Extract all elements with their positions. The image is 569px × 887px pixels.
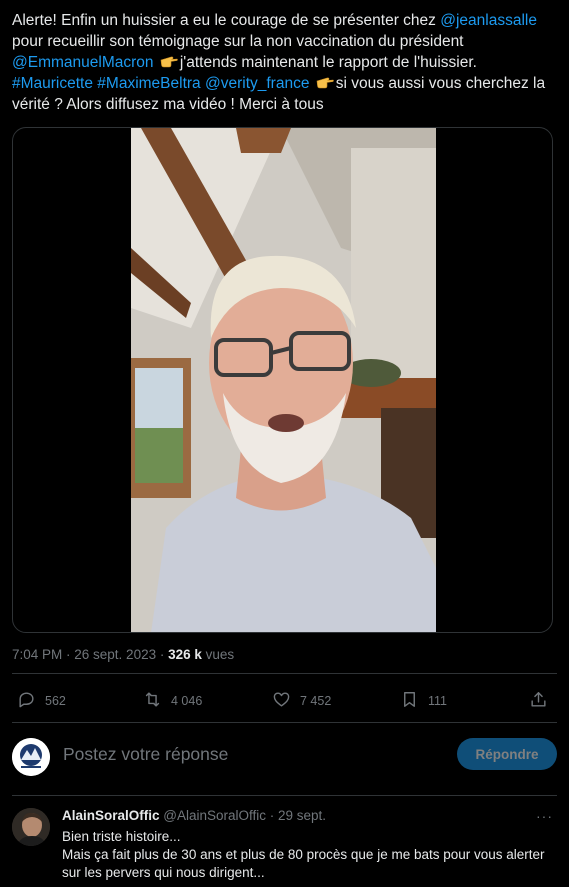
bookmark-button[interactable]: 111 bbox=[400, 690, 447, 712]
bookmark-icon bbox=[400, 690, 419, 712]
like-count: 7 452 bbox=[300, 694, 332, 708]
views-count: 326 k bbox=[168, 647, 202, 662]
bookmark-count: 111 bbox=[428, 694, 448, 708]
reply-icon bbox=[17, 690, 36, 712]
avatar[interactable] bbox=[12, 738, 50, 776]
reply-line: Bien triste histoire... bbox=[62, 829, 181, 844]
pointing-hand-emoji-icon bbox=[160, 53, 178, 68]
hashtag-link[interactable]: #MaximeBeltra bbox=[97, 75, 200, 92]
mention-link[interactable]: @EmmanuelMacron bbox=[12, 54, 154, 71]
tweet-actions-bar: 562 4 046 7 452 111 bbox=[12, 690, 557, 714]
reply-author-handle[interactable]: @AlainSoralOffic · 29 sept. bbox=[160, 808, 326, 823]
video-player[interactable] bbox=[12, 127, 553, 633]
tweet-text-part: pour recueillir son témoignage sur la no… bbox=[12, 33, 464, 50]
reply-count: 562 bbox=[45, 694, 66, 708]
retweet-button[interactable]: 4 046 bbox=[143, 690, 202, 712]
tweet-text-part: Alerte! Enfin un huissier a eu le courag… bbox=[12, 12, 441, 29]
divider bbox=[12, 722, 557, 723]
reply-input[interactable]: Postez votre réponse bbox=[63, 744, 228, 765]
reply-composer: Postez votre réponse Répondre bbox=[12, 736, 557, 776]
reply-submit-button[interactable]: Répondre bbox=[457, 738, 557, 770]
heart-icon bbox=[272, 690, 291, 712]
mention-link[interactable]: @jeanlassalle bbox=[440, 12, 537, 29]
tweet-text: Alerte! Enfin un huissier a eu le courag… bbox=[12, 10, 557, 115]
tweet-text-part: j'attends maintenant le rapport de l'hui… bbox=[179, 54, 477, 71]
more-options-icon[interactable]: ··· bbox=[536, 808, 553, 824]
avatar[interactable] bbox=[12, 808, 50, 846]
retweet-count: 4 046 bbox=[171, 694, 203, 708]
hashtag-link[interactable]: #Mauricette bbox=[12, 75, 93, 92]
reply-text: Bien triste histoire... Mais ça fait plu… bbox=[62, 828, 557, 882]
tweet-metadata: 7:04 PM · 26 sept. 2023 · 326 k vues bbox=[12, 647, 234, 662]
retweet-icon bbox=[143, 690, 162, 712]
reply-button[interactable]: 562 bbox=[17, 690, 66, 712]
views-label: vues bbox=[201, 647, 235, 662]
mention-link[interactable]: @verity_france bbox=[205, 75, 309, 92]
video-thumbnail[interactable] bbox=[131, 128, 436, 632]
pointing-hand-emoji-icon bbox=[316, 74, 334, 89]
share-button[interactable] bbox=[529, 690, 548, 712]
divider bbox=[12, 795, 557, 796]
reply-author-name[interactable]: AlainSoralOffic bbox=[62, 808, 160, 823]
reply-line: Mais ça fait plus de 30 ans et plus de 8… bbox=[62, 847, 545, 880]
tweet-timestamp[interactable]: 7:04 PM · 26 sept. 2023 · bbox=[12, 647, 168, 662]
like-button[interactable]: 7 452 bbox=[272, 690, 331, 712]
reply-header: AlainSoralOffic @AlainSoralOffic · 29 se… bbox=[62, 808, 326, 823]
share-icon bbox=[529, 690, 548, 712]
divider bbox=[12, 673, 557, 674]
